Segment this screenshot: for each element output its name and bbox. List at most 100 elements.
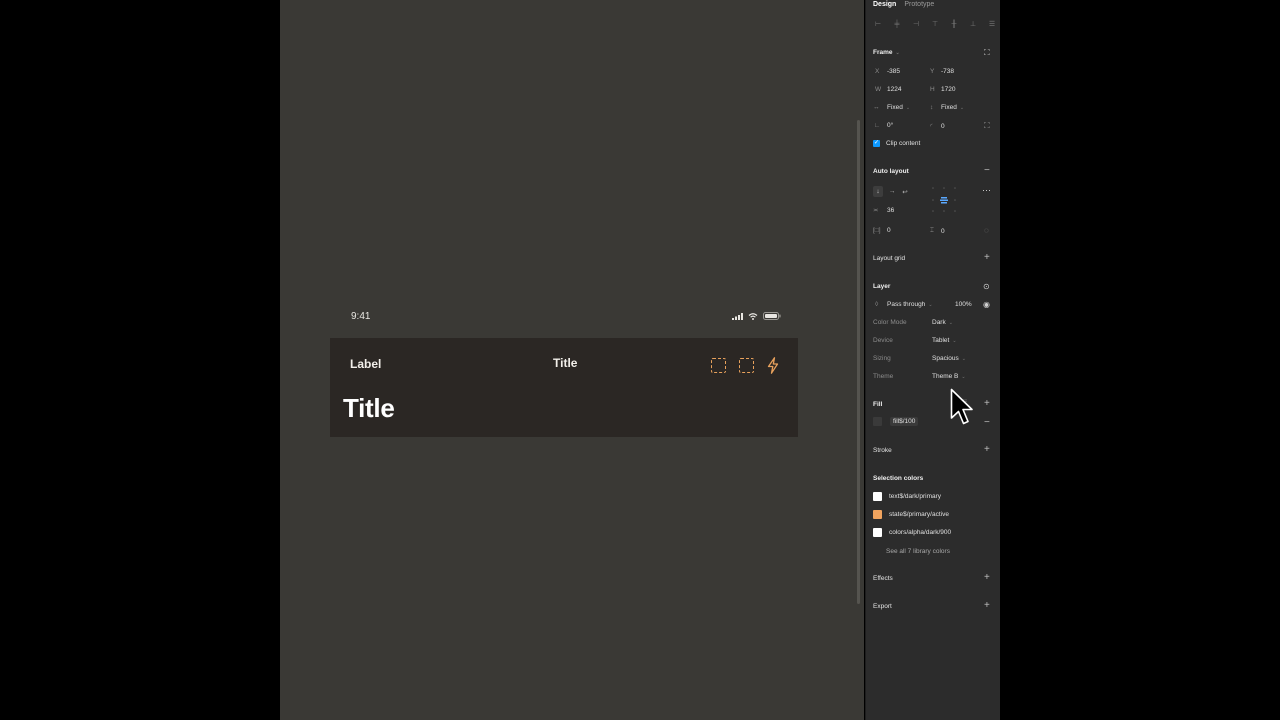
- clip-content-label: Clip content: [886, 140, 921, 147]
- align-top-icon[interactable]: ⊤: [931, 21, 939, 29]
- clip-content-checkbox[interactable]: ✓ Clip content: [873, 140, 920, 147]
- width-sizing-value: Fixed: [887, 104, 903, 111]
- placeholder-icon[interactable]: [711, 358, 726, 373]
- nav-title-small: Title: [553, 356, 578, 370]
- more-options-icon[interactable]: ⋯: [982, 185, 991, 196]
- mode-value: Tablet: [932, 337, 950, 344]
- color-name: state$/primary/active: [889, 511, 949, 518]
- see-all-colors-link[interactable]: See all 7 library colors: [886, 548, 950, 555]
- corner-radius-icon: ◜: [930, 123, 933, 130]
- independent-corners-icon[interactable]: ⛶: [984, 121, 990, 131]
- individual-padding-icon[interactable]: ◌: [984, 226, 989, 235]
- mode-device[interactable]: Device Tablet ⌄: [873, 337, 957, 344]
- variable-modes-icon[interactable]: ⊙: [983, 282, 990, 291]
- rotation-field[interactable]: ∟ 0°: [873, 122, 893, 129]
- spacing-icon: ≍: [873, 207, 879, 214]
- corner-radius-field[interactable]: ◜ 0: [930, 122, 945, 131]
- color-swatch[interactable]: [873, 528, 882, 537]
- placeholder-icon[interactable]: [739, 358, 754, 373]
- mode-color-mode[interactable]: Color Mode Dark ⌄: [873, 319, 953, 326]
- align-center-horizontal-icon[interactable]: ╪: [893, 21, 901, 29]
- export-title: Export: [873, 603, 892, 610]
- width-field[interactable]: W 1224: [873, 86, 901, 93]
- height-sizing-select[interactable]: ↕ Fixed ⌄: [930, 104, 964, 111]
- arrow-right-icon[interactable]: →: [887, 188, 897, 195]
- mode-label: Sizing: [873, 355, 891, 362]
- add-stroke-button[interactable]: +: [984, 445, 990, 455]
- alignment-matrix[interactable]: [928, 184, 960, 216]
- fill-title: Fill: [873, 401, 883, 408]
- mode-label: Color Mode: [873, 319, 907, 326]
- position-y-field[interactable]: Y -738: [930, 68, 954, 75]
- vertical-padding-field[interactable]: ⌶ 0: [930, 227, 945, 235]
- mode-value: Dark: [932, 319, 946, 326]
- position-x-field[interactable]: X -385: [873, 68, 900, 75]
- selection-color-row[interactable]: state$/primary/active: [873, 510, 949, 519]
- resize-to-fit-icon[interactable]: ⛶: [984, 48, 990, 58]
- status-time: 9:41: [351, 311, 371, 322]
- y-label: Y: [930, 68, 935, 75]
- nav-bar-frame[interactable]: Label Title Title: [330, 338, 798, 437]
- battery-icon: [763, 312, 781, 320]
- align-center-vertical-icon[interactable]: ╫: [950, 21, 958, 29]
- align-bottom-icon[interactable]: ⊥: [969, 21, 977, 29]
- nav-actions: [711, 357, 779, 374]
- align-left-icon[interactable]: ⊢: [874, 21, 882, 29]
- layer-title: Layer: [873, 283, 891, 290]
- add-layout-grid-button[interactable]: +: [984, 253, 990, 263]
- auto-layout-title: Auto layout: [873, 168, 909, 175]
- color-swatch[interactable]: [873, 492, 882, 501]
- fill-swatch[interactable]: [873, 417, 882, 426]
- fill-row[interactable]: fill$/100: [873, 417, 919, 426]
- nav-title-large: Title: [343, 393, 395, 423]
- w-value[interactable]: 1224: [887, 86, 901, 93]
- rotation-value[interactable]: 0°: [887, 122, 893, 129]
- selection-color-row[interactable]: text$/dark/primary: [873, 492, 941, 501]
- color-swatch[interactable]: [873, 510, 882, 519]
- gap-value[interactable]: 36: [887, 207, 894, 214]
- horizontal-resize-icon: ↔: [873, 104, 880, 111]
- canvas-scrollbar[interactable]: [857, 120, 860, 604]
- gap-field[interactable]: ≍ 36: [873, 206, 894, 215]
- selection-color-row[interactable]: colors/alpha/dark/900: [873, 528, 951, 537]
- nav-label[interactable]: Label: [350, 357, 381, 371]
- add-fill-button[interactable]: +: [984, 399, 990, 409]
- visibility-eye-icon[interactable]: ◉: [983, 300, 990, 309]
- remove-fill-button[interactable]: −: [984, 418, 990, 428]
- vertical-padding-value[interactable]: 0: [941, 228, 945, 235]
- arrow-down-icon[interactable]: ↓: [873, 186, 883, 197]
- x-label: X: [875, 68, 880, 75]
- direction-toggle: ↓ → ↩: [873, 186, 910, 197]
- align-right-icon[interactable]: ⊣: [912, 21, 920, 29]
- checkmark-icon[interactable]: ✓: [873, 140, 880, 147]
- mouse-cursor-icon: [950, 388, 973, 425]
- h-value[interactable]: 1720: [941, 86, 955, 93]
- vertical-resize-icon: ↕: [930, 104, 934, 111]
- add-export-button[interactable]: +: [984, 601, 990, 611]
- add-effect-button[interactable]: +: [984, 573, 990, 583]
- tab-design[interactable]: Design: [873, 1, 896, 8]
- mode-theme[interactable]: Theme Theme B ⌄: [873, 373, 966, 380]
- mode-value: Spacious: [932, 355, 959, 362]
- x-value[interactable]: -385: [887, 68, 900, 75]
- design-panel: Design Prototype ⊢ ╪ ⊣ ⊤ ╫ ⊥ ☰ Frame ⌄ ⛶ …: [865, 0, 1000, 720]
- effects-title: Effects: [873, 575, 893, 582]
- mode-sizing[interactable]: Sizing Spacious ⌄: [873, 355, 966, 362]
- lightning-icon[interactable]: [767, 357, 779, 374]
- distribute-icon[interactable]: ☰: [988, 21, 996, 29]
- tab-prototype[interactable]: Prototype: [904, 1, 934, 8]
- width-sizing-select[interactable]: ↔ Fixed ⌄: [873, 104, 910, 111]
- corner-radius-value[interactable]: 0: [941, 123, 945, 130]
- horizontal-padding-field[interactable]: [□] 0: [873, 227, 891, 234]
- mode-value: Theme B: [932, 373, 959, 380]
- vertical-padding-icon: ⌶: [930, 227, 934, 234]
- frame-section-title[interactable]: Frame ⌄: [873, 49, 900, 56]
- remove-auto-layout-button[interactable]: −: [984, 166, 990, 176]
- blend-mode-select[interactable]: ◊ Pass through ⌄: [873, 301, 933, 308]
- y-value[interactable]: -738: [941, 68, 954, 75]
- height-field[interactable]: H 1720: [930, 86, 955, 93]
- wrap-icon[interactable]: ↩: [900, 188, 910, 196]
- blend-mode-icon: ◊: [875, 301, 879, 308]
- layer-opacity[interactable]: 100%: [955, 301, 972, 308]
- horizontal-padding-value[interactable]: 0: [887, 227, 891, 234]
